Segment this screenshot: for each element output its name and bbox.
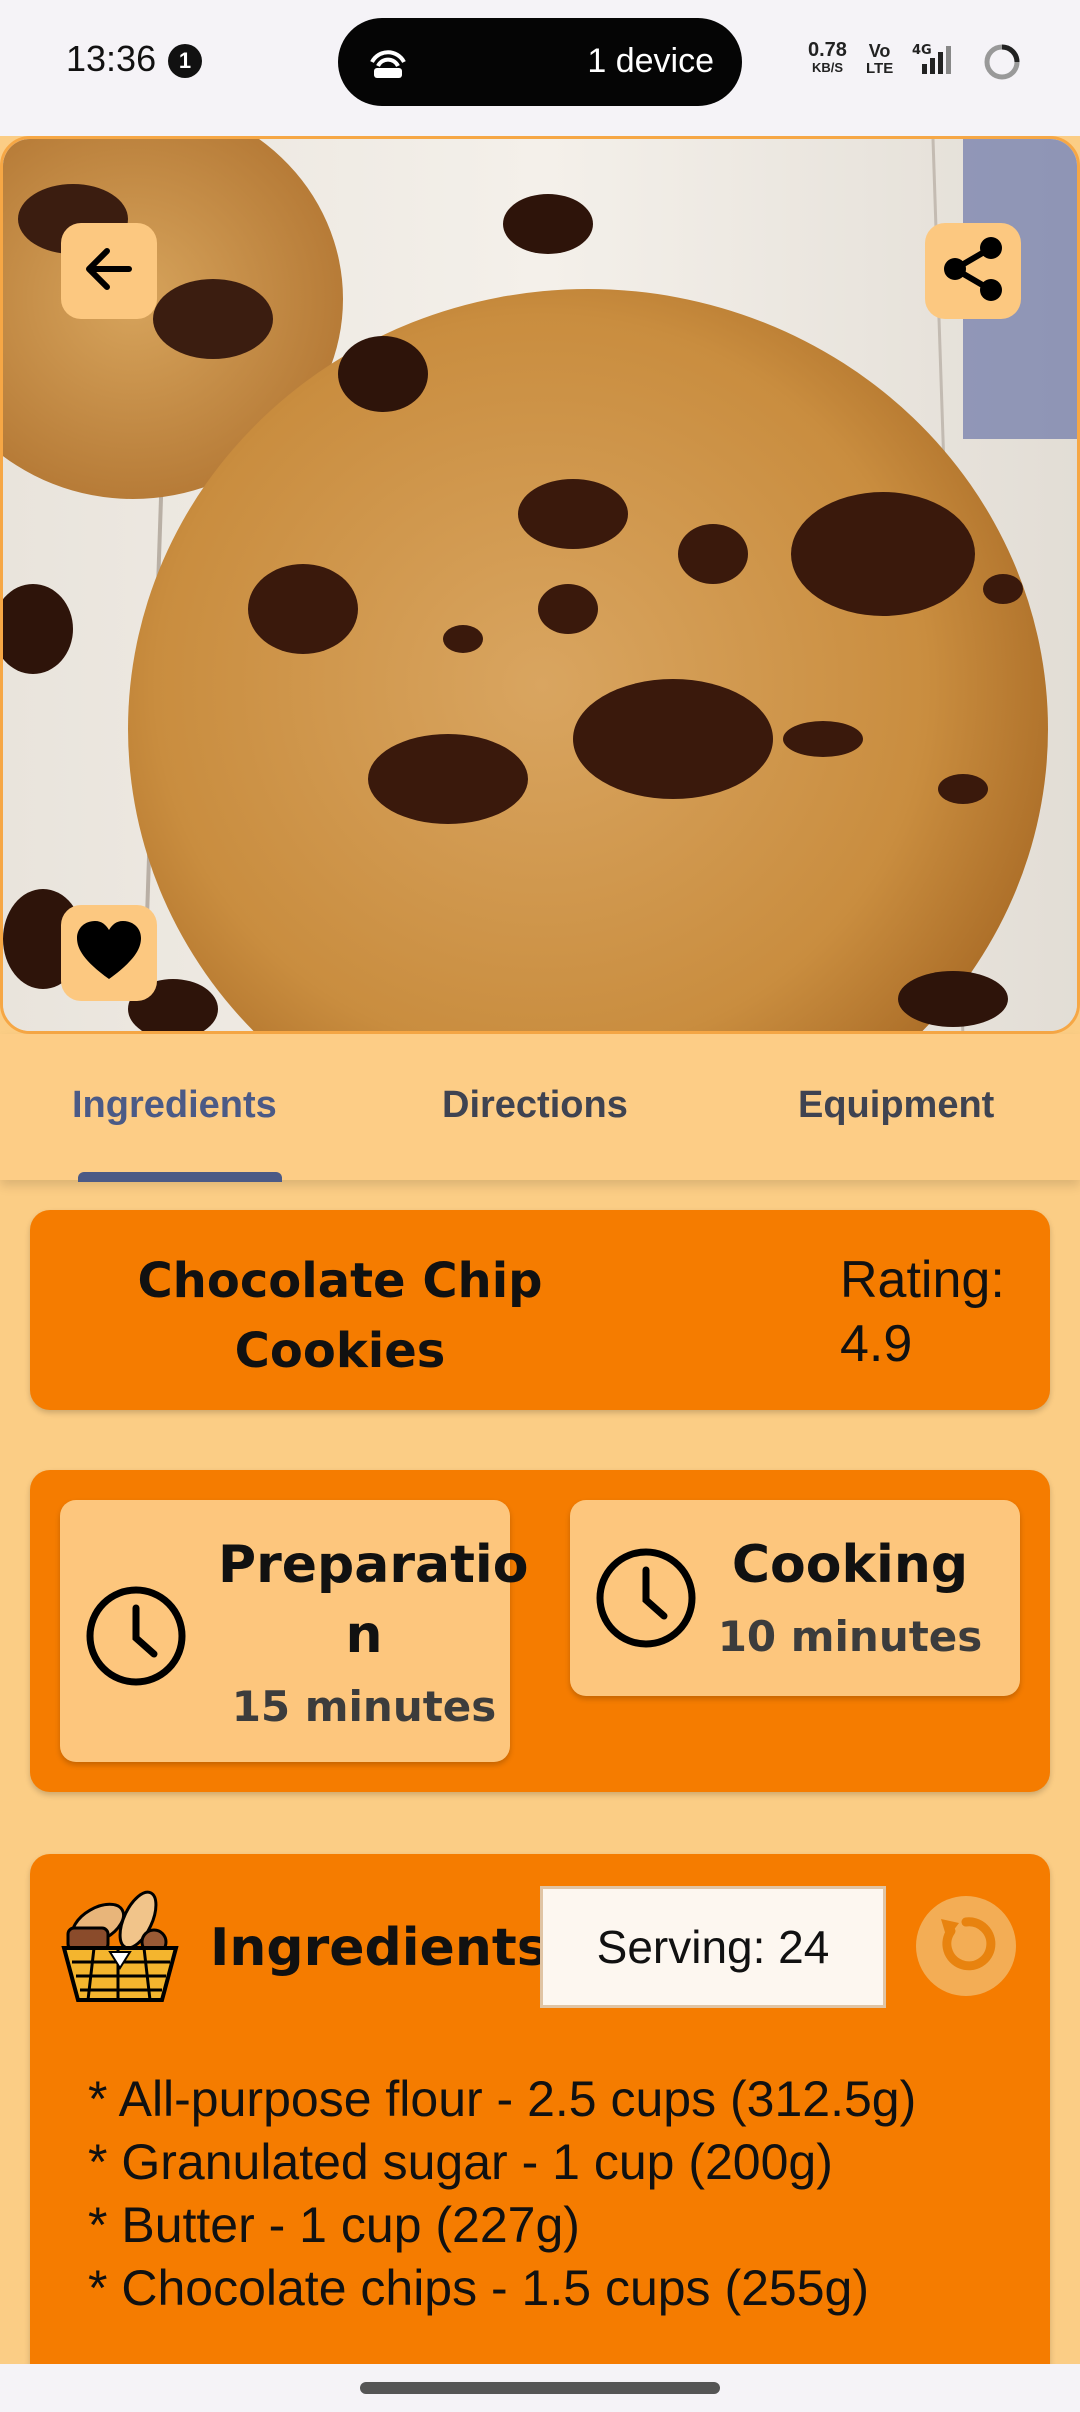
cooking-time-value: 10 minutes [717, 1612, 983, 1661]
hotspot-icon [366, 42, 410, 87]
recipe-hero-image [0, 136, 1080, 1034]
ingredient-item: * All-purpose flour - 2.5 cups (312.5g) [88, 2071, 917, 2127]
ingredients-list: * All-purpose flour - 2.5 cups (312.5g) … [88, 2068, 916, 2320]
network-speed: 0.78 KB/S [808, 39, 847, 76]
cooking-label: Cooking [731, 1535, 969, 1595]
ingredient-item: * Butter - 1 cup (227g) [88, 2197, 580, 2253]
reset-icon [931, 1909, 1001, 1984]
ingredient-item: * Chocolate chips - 1.5 cups (255g) [88, 2260, 869, 2316]
tab-equipment[interactable]: Equipment [798, 1084, 994, 1127]
preparation-label: Preparatio n [218, 1530, 529, 1670]
preparation-label-line1: Preparatio [218, 1535, 529, 1595]
arrow-left-icon [79, 239, 139, 304]
volte-indicator: Vo LTE [866, 42, 893, 78]
notification-count-badge: 1 [168, 44, 202, 78]
preparation-time-value: 15 minutes [231, 1682, 497, 1731]
network-speed-unit: KB/S [811, 60, 843, 75]
cookie-photo [3, 139, 1077, 1031]
volte-bottom: LTE [866, 60, 894, 77]
connected-devices-pill[interactable]: 1 device [338, 18, 742, 106]
heart-icon [74, 919, 144, 988]
preparation-label-line2: n [345, 1605, 383, 1665]
rating-value: 4.9 [840, 1315, 913, 1373]
recipe-title: Chocolate Chip Cookies [110, 1246, 570, 1386]
status-bar: 13:36 1 1 device 0.78 KB/S Vo LTE 4G [0, 0, 1080, 136]
time-card: Preparatio n 15 minutes Cooking 10 minut… [30, 1470, 1050, 1792]
battery-icon [982, 42, 1022, 87]
recipe-tabs: Ingredients Directions Equipment [0, 1034, 1080, 1180]
home-gesture-handle[interactable] [360, 2382, 720, 2394]
network-speed-value: 0.78 [808, 39, 847, 61]
network-type: 4G [912, 43, 932, 58]
status-time: 13:36 [66, 38, 157, 79]
ingredients-heading: Ingredients [210, 1918, 548, 1978]
active-tab-indicator [78, 1172, 282, 1182]
device-count-text: 1 device [587, 42, 714, 80]
clock-icon [84, 1584, 188, 1693]
serving-input[interactable]: Serving: 24 [540, 1886, 886, 2008]
share-icon [938, 234, 1008, 309]
back-button[interactable] [61, 223, 157, 319]
recipe-title-line2: Cookies [234, 1323, 446, 1379]
favorite-button[interactable] [61, 905, 157, 1001]
basket-icon [58, 1882, 182, 2011]
cooking-time-box: Cooking 10 minutes [570, 1500, 1020, 1696]
share-button[interactable] [925, 223, 1021, 319]
signal-icon: 4G [912, 42, 962, 83]
recipe-title-card: Chocolate Chip Cookies Rating: 4.9 [30, 1210, 1050, 1410]
preparation-time-box: Preparatio n 15 minutes [60, 1500, 529, 1762]
tab-directions[interactable]: Directions [442, 1084, 628, 1127]
recipe-title-line1: Chocolate Chip [137, 1253, 543, 1309]
clock-icon [594, 1546, 698, 1655]
system-nav-bar [0, 2364, 1080, 2412]
ingredient-item: * Granulated sugar - 1 cup (200g) [88, 2134, 833, 2190]
reset-serving-button[interactable] [916, 1896, 1016, 1996]
tab-ingredients[interactable]: Ingredients [72, 1084, 277, 1127]
volte-top: Vo [868, 41, 891, 61]
rating: Rating: 4.9 [840, 1248, 1005, 1376]
rating-label: Rating: [840, 1251, 1005, 1309]
ingredients-card: Ingredients Serving: 24 * All-purpose fl… [30, 1854, 1050, 2374]
